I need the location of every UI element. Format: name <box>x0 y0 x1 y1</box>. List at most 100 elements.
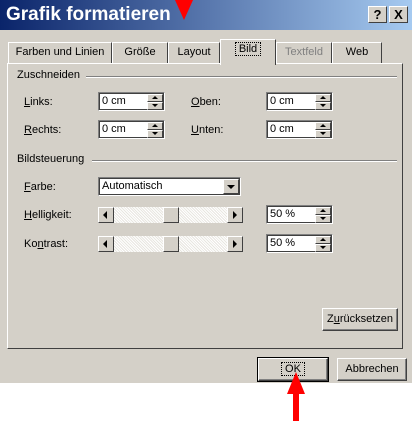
brightness-slider-thumb[interactable] <box>163 207 179 223</box>
arrow-down-icon <box>320 246 326 249</box>
crop-group-heading: Zuschneiden <box>17 69 80 81</box>
contrast-label-text: trast: <box>43 238 69 250</box>
brightness-up-button[interactable] <box>315 207 331 215</box>
crop-right-up-button[interactable] <box>147 122 163 130</box>
contrast-value: 50 % <box>270 237 296 249</box>
reset-label-text: rücksetzen <box>339 313 394 325</box>
arrow-left-icon <box>103 211 107 219</box>
image-control-group-line <box>92 160 397 162</box>
crop-left-value: 0 cm <box>102 95 126 107</box>
brightness-label: Helligkeit: <box>24 209 72 221</box>
reset-button[interactable]: Zurücksetzen <box>322 308 398 331</box>
arrow-up-icon <box>320 209 326 212</box>
tab-groesse[interactable]: Größe <box>112 42 168 63</box>
contrast-label-prefix: Ko <box>24 238 38 250</box>
contrast-increase-button[interactable] <box>227 236 243 252</box>
brightness-down-button[interactable] <box>315 215 331 223</box>
color-select[interactable]: Automatisch <box>98 177 241 196</box>
arrow-up-icon <box>320 96 326 99</box>
brightness-increase-button[interactable] <box>227 207 243 223</box>
contrast-label: Kontrast: <box>24 238 68 250</box>
close-button[interactable]: X <box>389 6 408 23</box>
tab-textfeld: Textfeld <box>276 42 332 63</box>
crop-top-label-text: ben: <box>199 96 221 108</box>
brightness-spinner[interactable]: 50 % <box>266 205 333 224</box>
contrast-slider-thumb[interactable] <box>163 236 179 252</box>
arrow-right-icon <box>233 240 237 248</box>
color-dropdown-button[interactable] <box>223 179 239 194</box>
title-bar[interactable]: Grafik formatieren ? X <box>0 0 412 30</box>
help-button[interactable]: ? <box>368 6 387 23</box>
contrast-slider[interactable] <box>98 236 243 252</box>
crop-right-label: Rechts: <box>24 124 61 136</box>
arrow-up-icon <box>152 124 158 127</box>
color-label-text: arbe: <box>30 181 56 193</box>
brightness-label-text: elligkeit: <box>31 209 72 221</box>
arrow-down-icon <box>320 132 326 135</box>
arrow-down-icon <box>320 217 326 220</box>
brightness-mnemonic: H <box>24 209 32 221</box>
annotation-arrow-stem <box>293 393 299 421</box>
arrow-up-icon <box>152 96 158 99</box>
color-mnemonic: F <box>24 181 31 193</box>
crop-left-label-text: inks: <box>30 96 53 108</box>
tab-web[interactable]: Web <box>332 42 382 63</box>
contrast-down-button[interactable] <box>315 244 331 252</box>
crop-group-line <box>86 76 397 78</box>
crop-bottom-mnemonic: U <box>191 124 199 136</box>
crop-bottom-label-text: nten: <box>198 124 224 136</box>
brightness-spin-buttons <box>315 207 331 223</box>
arrow-right-icon <box>233 211 237 219</box>
contrast-spinner[interactable]: 50 % <box>266 234 333 253</box>
crop-top-up-button[interactable] <box>315 94 331 102</box>
crop-right-label-text: echts: <box>31 124 62 136</box>
crop-left-spinner[interactable]: 0 cm <box>98 92 165 111</box>
crop-bottom-spinner[interactable]: 0 cm <box>266 120 333 139</box>
arrow-up-icon <box>320 238 326 241</box>
tab-bild[interactable]: Bild <box>220 39 276 65</box>
tab-farben-und-linien[interactable]: Farben und Linien <box>8 42 112 63</box>
crop-bottom-up-button[interactable] <box>315 122 331 130</box>
chevron-down-icon <box>227 185 235 189</box>
reset-label-prefix: Z <box>326 313 334 325</box>
tab-layout[interactable]: Layout <box>168 42 220 63</box>
crop-right-spin-buttons <box>147 122 163 138</box>
crop-right-value: 0 cm <box>102 123 126 135</box>
crop-top-value: 0 cm <box>270 95 294 107</box>
crop-right-mnemonic: R <box>24 124 32 136</box>
brightness-slider[interactable] <box>98 207 243 223</box>
arrow-down-icon <box>152 104 158 107</box>
crop-bottom-down-button[interactable] <box>315 130 331 138</box>
cancel-button[interactable]: Abbrechen <box>337 358 407 381</box>
annotation-arrow-up-icon <box>287 372 305 394</box>
dialog-title: Grafik formatieren <box>6 4 171 25</box>
color-select-value: Automatisch <box>102 180 163 192</box>
dialog-window: Grafik formatieren ? X Farben und Linien… <box>0 0 412 383</box>
contrast-up-button[interactable] <box>315 236 331 244</box>
tab-bild-label: Bild <box>234 42 262 56</box>
contrast-decrease-button[interactable] <box>98 236 114 252</box>
annotation-arrow-down-icon <box>175 0 193 20</box>
crop-bottom-value: 0 cm <box>270 123 294 135</box>
arrow-left-icon <box>103 240 107 248</box>
image-control-group-heading: Bildsteuerung <box>17 153 85 165</box>
crop-top-label: Oben: <box>191 96 221 108</box>
contrast-spin-buttons <box>315 236 331 252</box>
brightness-decrease-button[interactable] <box>98 207 114 223</box>
crop-left-label: Links: <box>24 96 53 108</box>
crop-top-mnemonic: O <box>191 96 200 108</box>
crop-right-down-button[interactable] <box>147 130 163 138</box>
arrow-up-icon <box>320 124 326 127</box>
crop-top-spinner[interactable]: 0 cm <box>266 92 333 111</box>
color-label: Farbe: <box>24 181 56 193</box>
crop-bottom-spin-buttons <box>315 122 331 138</box>
crop-top-spin-buttons <box>315 94 331 110</box>
crop-bottom-label: Unten: <box>191 124 223 136</box>
crop-top-down-button[interactable] <box>315 102 331 110</box>
crop-left-spin-buttons <box>147 94 163 110</box>
crop-left-down-button[interactable] <box>147 102 163 110</box>
arrow-down-icon <box>320 104 326 107</box>
crop-left-up-button[interactable] <box>147 94 163 102</box>
arrow-down-icon <box>152 132 158 135</box>
crop-right-spinner[interactable]: 0 cm <box>98 120 165 139</box>
